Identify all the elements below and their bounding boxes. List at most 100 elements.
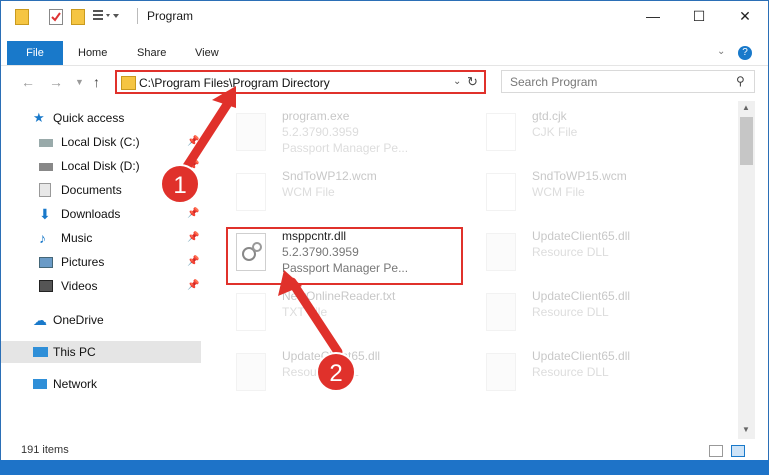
- file-name: UpdateClient65.dll: [532, 229, 631, 243]
- folder-icon[interactable]: [15, 9, 29, 25]
- title-divider: [137, 8, 138, 24]
- file-name: NewOnlineReader.txt: [282, 289, 396, 303]
- dll-gear-icon: [236, 353, 266, 391]
- sidebar-item-network[interactable]: Network: [1, 373, 201, 395]
- tiles-view-icon[interactable]: [731, 445, 745, 457]
- recent-locations-icon[interactable]: ▼: [75, 77, 84, 87]
- sidebar-item-downloads[interactable]: ⬇ Downloads 📌: [1, 203, 201, 225]
- sidebar-item-label: Documents: [61, 183, 122, 197]
- refresh-icon[interactable]: ↻: [467, 74, 478, 90]
- sidebar-item-label: This PC: [53, 345, 96, 359]
- callout-badge-2: 2: [316, 352, 356, 392]
- sidebar-item-this-pc[interactable]: This PC: [1, 341, 201, 363]
- folder-icon: [121, 76, 136, 90]
- sidebar-item-videos[interactable]: Videos 📌: [1, 275, 201, 297]
- file-type: Resource DLL: [532, 245, 609, 259]
- file-type: TXT File: [282, 305, 328, 319]
- pin-icon[interactable]: 📌: [187, 203, 199, 225]
- star-icon: ★: [33, 110, 45, 125]
- tab-home[interactable]: Home: [78, 41, 107, 65]
- sidebar-item-label: Quick access: [53, 111, 125, 125]
- pictures-icon: [39, 257, 53, 268]
- up-button[interactable]: ↑: [93, 74, 100, 90]
- scroll-up-icon[interactable]: ▲: [742, 103, 750, 112]
- sidebar-item-label: OneDrive: [53, 313, 104, 327]
- network-icon: [33, 379, 47, 389]
- navigation-pane: ★ Quick access Local Disk (C:) 📌 Local D…: [1, 105, 201, 435]
- sidebar-item-music[interactable]: ♪ Music 📌: [1, 227, 201, 249]
- vertical-scrollbar[interactable]: ▲ ▼: [738, 101, 755, 439]
- search-box[interactable]: Search Program ⚲: [501, 70, 755, 93]
- explorer-window: Program — ☐ ✕ File Home Share View ⌄ ? ←…: [0, 0, 769, 475]
- customize-toolbar-icon[interactable]: [93, 9, 119, 23]
- expand-ribbon-icon[interactable]: ⌄: [717, 46, 725, 57]
- drive-icon: [39, 163, 53, 171]
- cloud-icon: ☁: [33, 312, 47, 328]
- item-count: 191 items: [21, 444, 69, 456]
- file-name: UpdateClient65.dll: [532, 349, 631, 363]
- text-file-icon: [236, 293, 266, 331]
- sidebar-item-local-disk-c[interactable]: Local Disk (C:) 📌: [1, 131, 201, 153]
- blank-file-icon: [236, 173, 266, 211]
- blank-file-icon: [486, 173, 516, 211]
- file-type: Resource DLL: [532, 365, 609, 379]
- pin-icon[interactable]: 📌: [187, 251, 199, 273]
- help-icon[interactable]: ?: [738, 46, 752, 60]
- file-type: CJK File: [532, 125, 578, 139]
- sidebar-item-onedrive[interactable]: ☁ OneDrive: [1, 309, 201, 331]
- download-arrow-icon: ⬇: [39, 206, 51, 222]
- sidebar-item-label: Network: [53, 377, 98, 391]
- minimize-button[interactable]: —: [630, 1, 676, 31]
- search-input[interactable]: Search Program: [510, 75, 597, 89]
- sidebar-item-quick-access[interactable]: ★ Quick access: [1, 107, 201, 129]
- file-item[interactable]: NewOnlineReader.txt TXT File: [226, 289, 466, 347]
- exe-file-icon: [236, 113, 266, 151]
- dll-gear-icon: [486, 233, 516, 271]
- maximize-button[interactable]: ☐: [676, 1, 722, 31]
- scroll-down-icon[interactable]: ▼: [742, 425, 750, 434]
- pin-icon[interactable]: 📌: [187, 275, 199, 297]
- blank-file-icon: [486, 113, 516, 151]
- scrollbar-thumb[interactable]: [740, 117, 753, 165]
- properties-icon[interactable]: [49, 9, 63, 25]
- file-type: Resource DLL: [532, 305, 609, 319]
- taskbar-strip: [0, 460, 769, 475]
- ribbon-tabs: File Home Share View ⌄ ?: [1, 41, 768, 66]
- file-item[interactable]: gtd.cjk CJK File: [476, 109, 716, 167]
- details-view-icon[interactable]: [709, 445, 723, 457]
- window-title: Program: [147, 9, 194, 23]
- pin-icon[interactable]: 📌: [187, 227, 199, 249]
- back-button[interactable]: ←: [21, 74, 35, 90]
- callout-badge-1: 1: [160, 164, 200, 204]
- navigation-bar: ← → ▼ ↑ C:\Program Files\Program Directo…: [1, 67, 768, 99]
- sidebar-item-pictures[interactable]: Pictures 📌: [1, 251, 201, 273]
- file-item[interactable]: UpdateClient65.dll Resource DLL: [476, 289, 716, 347]
- file-version: 5.2.3790.3959: [282, 125, 359, 139]
- file-item[interactable]: SndToWP15.wcm WCM File: [476, 169, 716, 227]
- tab-file[interactable]: File: [7, 41, 63, 65]
- address-path[interactable]: C:\Program Files\Program Directory: [139, 76, 330, 90]
- sidebar-item-label: Videos: [61, 279, 98, 293]
- pin-icon[interactable]: 📌: [187, 131, 199, 153]
- address-dropdown-icon[interactable]: ⌄: [453, 76, 461, 87]
- tab-view[interactable]: View: [195, 41, 219, 65]
- search-icon: ⚲: [736, 74, 745, 88]
- computer-icon: [33, 347, 48, 357]
- sidebar-item-label: Local Disk (C:): [61, 135, 140, 149]
- file-type: WCM File: [532, 185, 585, 199]
- file-item[interactable]: program.exe 5.2.3790.3959 Passport Manag…: [226, 109, 466, 167]
- file-type: WCM File: [282, 185, 335, 199]
- file-item[interactable]: UpdateClient65.dll Resource DLL: [476, 349, 716, 407]
- sidebar-item-label: Pictures: [61, 255, 105, 269]
- file-item[interactable]: UpdateClient65.dll Resource DLL: [476, 229, 716, 287]
- forward-button[interactable]: →: [49, 74, 63, 90]
- file-name: UpdateClient65.dll: [532, 289, 631, 303]
- new-folder-icon[interactable]: [71, 9, 85, 25]
- status-bar: 191 items: [1, 441, 768, 461]
- tab-share[interactable]: Share: [137, 41, 166, 65]
- close-button[interactable]: ✕: [722, 1, 768, 31]
- address-bar[interactable]: C:\Program Files\Program Directory ⌄: [115, 70, 486, 94]
- file-item[interactable]: SndToWP12.wcm WCM File: [226, 169, 466, 227]
- document-icon: [39, 183, 51, 197]
- file-name: gtd.cjk: [532, 109, 567, 123]
